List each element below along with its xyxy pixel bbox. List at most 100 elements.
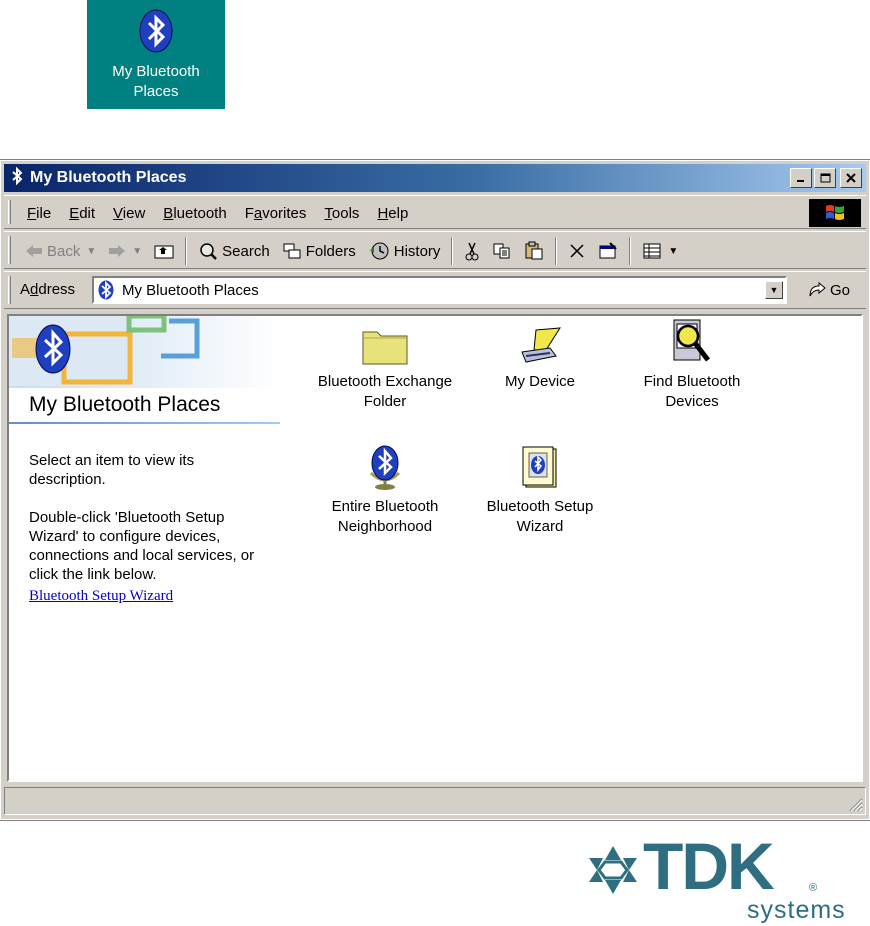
close-button[interactable] [840, 168, 862, 188]
minimize-button[interactable] [790, 168, 812, 188]
menu-favorites-label: vorites [262, 204, 307, 222]
close-icon [846, 173, 856, 183]
item-find-bluetooth-devices[interactable]: Find Bluetooth Devices [612, 318, 772, 412]
go-button-label: Go [829, 281, 850, 299]
scissors-icon [465, 242, 479, 261]
up-folder-icon [154, 245, 174, 259]
menu-file-accel: F [27, 204, 37, 222]
search-icon [200, 243, 218, 260]
back-dropdown-icon[interactable]: ▼ [86, 246, 96, 257]
menu-view-accel: V [113, 204, 123, 222]
item-my-device[interactable]: My Device [460, 326, 620, 392]
item-bluetooth-exchange-folder[interactable]: Bluetooth Exchange Folder [305, 326, 465, 412]
bluetooth-setup-wizard-link[interactable]: Bluetooth Setup Wizard [29, 588, 173, 605]
explorer-window: My Bluetooth Places File Edit View Bluet… [0, 159, 870, 821]
maximize-button[interactable] [814, 168, 836, 188]
address-label-rest: dress [38, 281, 76, 298]
menu-favorites[interactable]: Favorites [236, 205, 316, 222]
paste-button[interactable] [519, 236, 549, 266]
copy-button[interactable] [487, 236, 517, 266]
panel-divider [9, 422, 280, 424]
item-label-line2: Folder [363, 393, 407, 410]
item-label-line1: Bluetooth Exchange [317, 373, 453, 390]
panel-description-2: Double-click 'Bluetooth Setup Wizard' to… [29, 509, 255, 583]
desktop-shortcut-my-bluetooth-places[interactable]: My Bluetooth Places [87, 0, 225, 109]
go-arrow-icon [809, 281, 826, 297]
find-devices-icon [673, 319, 710, 362]
menu-favorites-pre: F [244, 204, 254, 222]
history-button[interactable]: History [363, 236, 446, 266]
menu-help[interactable]: Help [368, 205, 417, 222]
resize-grip-icon[interactable] [847, 796, 863, 812]
menu-edit-label: dit [79, 204, 96, 222]
menu-favorites-accel: a [253, 204, 263, 222]
menu-edit[interactable]: Edit [60, 205, 104, 222]
toolbar-separator [629, 237, 632, 265]
chevron-down-icon: ▼ [769, 285, 779, 295]
menu-bluetooth-label: luetooth [173, 204, 227, 222]
toolbar-grip[interactable] [8, 236, 11, 264]
windows-logo-icon [809, 199, 861, 227]
item-label-line1: Find Bluetooth [643, 373, 741, 390]
menu-bluetooth[interactable]: Bluetooth [154, 205, 235, 222]
back-button[interactable]: Back ▼ [20, 236, 101, 266]
maximize-icon [820, 173, 830, 183]
globe-icon [369, 445, 401, 490]
item-label-line2: Devices [665, 393, 719, 410]
delete-button[interactable] [563, 236, 591, 266]
laptop-icon [521, 327, 561, 363]
address-label: Address [20, 281, 75, 298]
item-bluetooth-setup-wizard[interactable]: Bluetooth Setup Wizard [460, 443, 620, 537]
search-button-label: Search [222, 242, 270, 260]
addressbar-grip[interactable] [8, 276, 11, 304]
bluetooth-banner-graphic [9, 316, 280, 388]
window-title: My Bluetooth Places [30, 169, 187, 186]
tdk-brand-text: TDK [643, 829, 775, 903]
desktop-shortcut-label-line2: Places [133, 83, 179, 100]
forward-dropdown-icon[interactable]: ▼ [132, 246, 142, 257]
toolbar-separator [185, 237, 188, 265]
copy-icon [493, 243, 510, 259]
standard-toolbar: Back ▼ ▼ Search Folders History ▼ [4, 231, 866, 269]
minimize-icon [797, 180, 804, 182]
views-dropdown-icon[interactable]: ▼ [668, 246, 678, 257]
folder-view: My Bluetooth Places Select an item to vi… [7, 314, 863, 782]
menu-help-label: elp [388, 204, 409, 222]
tdk-star-logo-icon [589, 846, 637, 894]
title-bar[interactable]: My Bluetooth Places [4, 164, 866, 192]
bluetooth-icon [10, 166, 24, 190]
address-dropdown-button[interactable]: ▼ [765, 281, 783, 299]
forward-button[interactable]: ▼ [103, 236, 147, 266]
menu-file[interactable]: File [18, 205, 60, 222]
views-button[interactable]: ▼ [637, 236, 683, 266]
web-view-panel: My Bluetooth Places Select an item to vi… [9, 316, 280, 780]
address-input[interactable]: My Bluetooth Places ▼ [92, 276, 787, 304]
panel-description: Select an item to view its description. … [29, 451, 269, 603]
folder-icon [362, 331, 408, 365]
folders-button-label: Folders [305, 242, 356, 260]
delete-x-icon [570, 244, 584, 258]
back-button-label: Back [47, 242, 81, 260]
item-label-line1: My Device [504, 373, 575, 390]
menubar-grip[interactable] [8, 200, 11, 224]
menu-tools[interactable]: Tools [315, 205, 368, 222]
toolbar-separator [451, 237, 454, 265]
back-arrow-icon [26, 245, 42, 257]
search-button[interactable]: Search [193, 236, 275, 266]
up-folder-button[interactable] [149, 236, 179, 266]
properties-button[interactable] [593, 236, 623, 266]
menu-view[interactable]: View [104, 205, 154, 222]
menu-tools-accel: T [324, 204, 332, 222]
cut-button[interactable] [459, 236, 485, 266]
history-clock-icon [369, 242, 389, 260]
folders-button[interactable]: Folders [277, 236, 361, 266]
item-label-line2: Wizard [516, 518, 564, 535]
address-value: My Bluetooth Places [122, 281, 259, 299]
properties-icon [599, 242, 618, 259]
go-button[interactable]: Go [807, 281, 850, 299]
wizard-book-icon [522, 446, 557, 488]
status-bar [4, 787, 866, 815]
item-entire-bluetooth-neighborhood[interactable]: Entire Bluetooth Neighborhood [305, 443, 465, 537]
tdk-systems-logo: TDK ® systems [587, 829, 870, 926]
history-button-label: History [393, 242, 441, 260]
